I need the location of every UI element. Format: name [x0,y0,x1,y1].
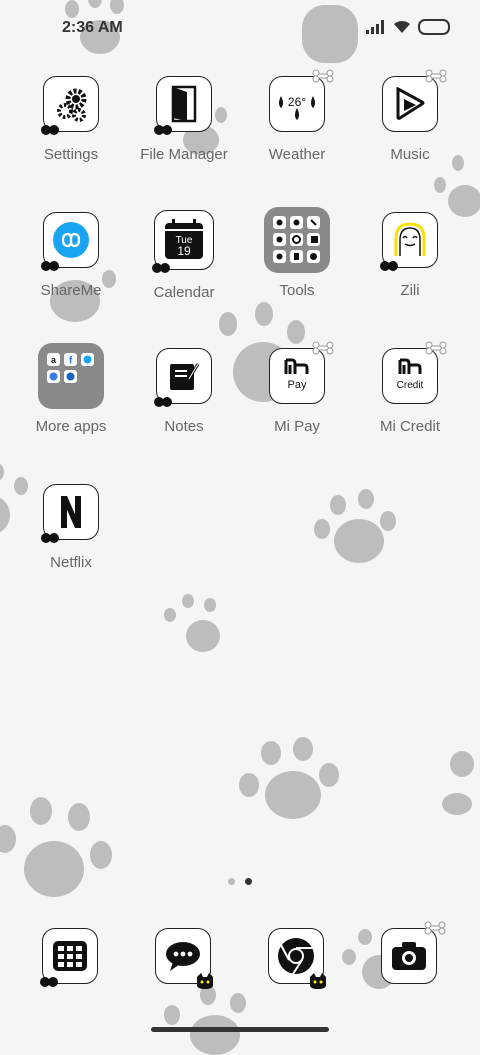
dock-camera-button[interactable] [381,921,446,984]
music-icon [382,69,447,132]
mi-pay-icon: Pay [269,341,334,404]
shareme-icon [41,212,99,271]
notes-icon [154,348,212,407]
app-label: Settings [43,146,99,163]
bone-icon [425,69,447,83]
bone-icon [425,341,447,355]
app-label: More apps [35,418,107,435]
zili-icon [380,212,438,271]
settings-icon [41,76,99,135]
battery-icon [418,19,450,35]
file-manager-icon [154,76,212,135]
apps-grid-icon [53,941,87,971]
cat-icon [152,263,170,273]
cat-icon [41,261,59,271]
app-zili[interactable]: Zili [355,212,465,299]
folder-tools[interactable]: Tools [242,207,352,299]
app-label: Notes [164,418,204,435]
mi-credit-icon: Credit [382,341,447,404]
app-label: File Manager [140,146,228,163]
bone-icon [312,341,334,355]
app-notes[interactable]: Notes [129,348,239,435]
app-calendar[interactable]: Tue 19 Calendar [129,210,239,301]
svg-text:Credit: Credit [397,380,424,391]
cat-icon [154,125,172,135]
page-dot[interactable] [228,878,235,885]
black-cat-icon [197,973,213,989]
bone-icon [312,69,334,83]
black-cat-icon [310,973,326,989]
folder-more-apps[interactable]: a f More apps [16,343,126,435]
app-label: ShareMe [40,282,102,299]
app-label: Netflix [50,554,92,571]
home-indicator[interactable] [151,1027,329,1032]
dock-chrome-button[interactable] [268,928,326,989]
svg-text:Pay: Pay [288,379,307,391]
folder-icon [264,207,330,273]
dock-messages-button[interactable] [155,928,213,989]
cat-icon [41,125,59,135]
app-shareme[interactable]: ShareMe [16,212,126,299]
wifi-icon [394,20,410,33]
cat-icon [41,533,59,543]
app-mi-pay[interactable]: Pay Mi Pay [242,341,352,435]
messages-icon [166,942,200,971]
app-label: Zili [400,282,420,299]
app-mi-credit[interactable]: Credit Mi Credit [355,341,465,435]
netflix-icon [41,484,99,543]
app-label: Tools [279,282,315,299]
app-weather[interactable]: 26° Weather [242,69,352,163]
page-dot-current[interactable] [245,878,252,885]
app-label: Weather [268,146,326,163]
app-music[interactable]: Music [355,69,465,163]
calendar-icon: Tue 19 [152,210,214,273]
signal-icon [366,20,384,34]
page-indicator [228,878,252,885]
chrome-icon [278,938,314,975]
clock: 2:36 AM [62,19,123,36]
svg-text:19: 19 [177,244,191,258]
cat-icon [40,977,58,987]
app-label: Mi Pay [274,418,320,435]
app-label: Calendar [153,284,215,301]
weather-icon: 26° [269,69,334,132]
cat-icon [154,397,172,407]
app-label: Mi Credit [379,418,440,435]
bone-icon [424,921,446,935]
status-bar: 2:36 AM [0,0,480,56]
cat-icon [380,261,398,271]
folder-icon: a f [38,343,104,409]
app-label: Music [390,146,430,163]
app-settings[interactable]: Settings [16,76,126,163]
svg-text:26°: 26° [288,95,306,109]
dock-apps-button[interactable] [40,928,98,987]
app-file-manager[interactable]: File Manager [129,76,239,163]
camera-icon [392,942,426,970]
app-netflix[interactable]: Netflix [16,484,126,571]
